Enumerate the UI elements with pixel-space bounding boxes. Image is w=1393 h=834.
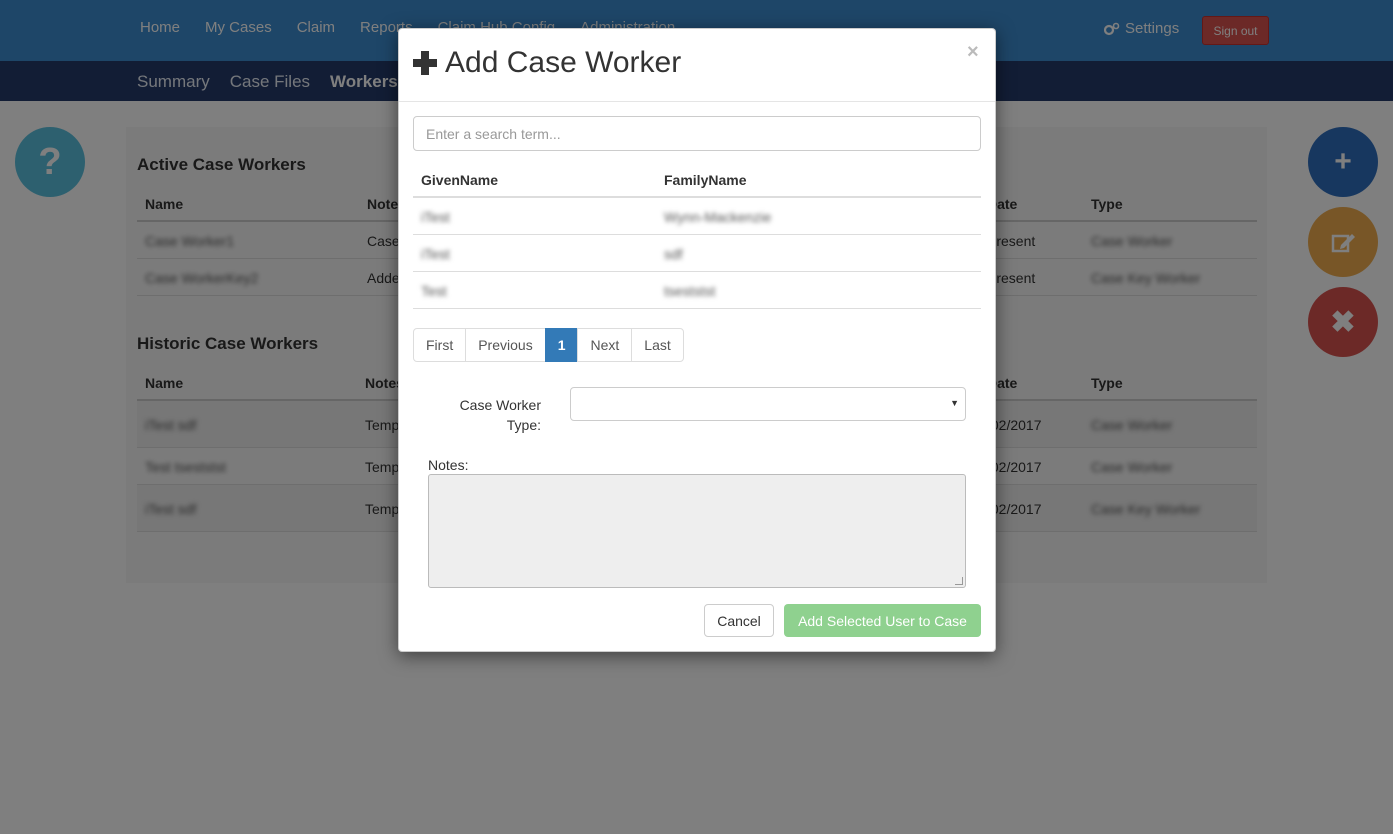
cell-family-name: sdf: [664, 246, 683, 262]
case-worker-type-label: Case Worker Type:: [439, 395, 541, 435]
notes-textarea[interactable]: [428, 474, 966, 588]
modal-title: Add Case Worker: [413, 46, 681, 80]
user-search-table: GivenName FamilyName iTest Wynn-Mackenzi…: [413, 161, 981, 309]
cell-family-name: Wynn-Mackenzie: [664, 209, 772, 225]
add-selected-user-button[interactable]: Add Selected User to Case: [784, 604, 981, 637]
pager-first[interactable]: First: [413, 328, 467, 362]
col-family-name[interactable]: FamilyName: [664, 172, 746, 188]
pager-next[interactable]: Next: [577, 328, 633, 362]
case-worker-type-select[interactable]: ▼: [570, 387, 966, 421]
pagination: First Previous 1 Next Last: [413, 328, 684, 362]
table-row[interactable]: Test tseststst: [413, 272, 981, 309]
table-row[interactable]: iTest sdf: [413, 235, 981, 272]
close-modal-button[interactable]: ×: [967, 41, 979, 64]
add-case-worker-modal: Add Case Worker × GivenName FamilyName i…: [398, 28, 996, 652]
plus-icon: [413, 51, 437, 75]
cell-given-name: Test: [421, 283, 447, 299]
modal-header: Add Case Worker ×: [399, 29, 995, 102]
case-worker-type-label-line1: Case Worker: [459, 397, 541, 413]
col-given-name[interactable]: GivenName: [421, 172, 498, 188]
case-worker-type-label-line2: Type:: [506, 417, 541, 433]
pager-last[interactable]: Last: [631, 328, 684, 362]
pager-previous[interactable]: Previous: [465, 328, 546, 362]
pager-page-1[interactable]: 1: [544, 328, 579, 362]
modal-title-text: Add Case Worker: [445, 46, 682, 79]
cell-family-name: tseststst: [664, 283, 716, 299]
cell-given-name: iTest: [421, 209, 450, 225]
cancel-button[interactable]: Cancel: [704, 604, 774, 637]
notes-label: Notes:: [428, 457, 469, 473]
table-row[interactable]: iTest Wynn-Mackenzie: [413, 198, 981, 235]
caret-down-icon: ▼: [950, 398, 959, 408]
search-input[interactable]: [413, 116, 981, 151]
table-header: GivenName FamilyName: [413, 161, 981, 198]
resize-grip-icon[interactable]: [955, 577, 963, 585]
cell-given-name: iTest: [421, 246, 450, 262]
